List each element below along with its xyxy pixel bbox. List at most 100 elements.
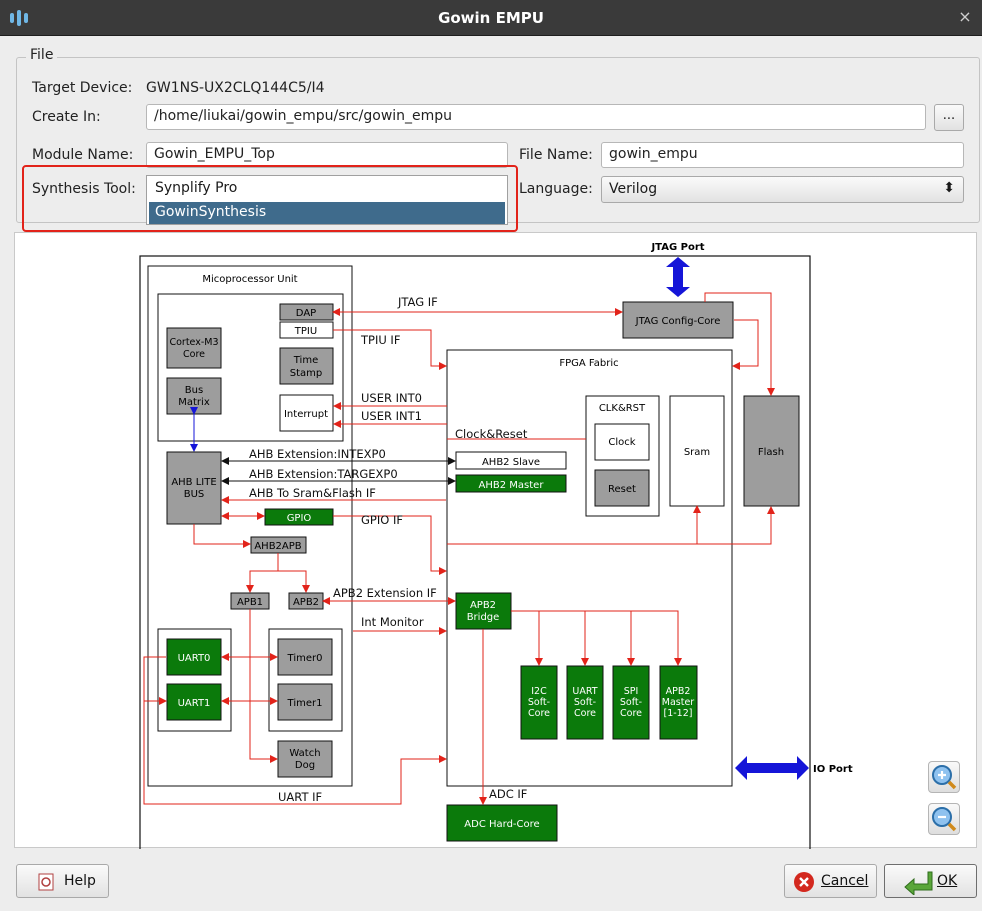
ahb-ext-int-label: AHB Extension:INTEXP0	[249, 447, 386, 461]
gpio-if-label: GPIO IF	[361, 513, 403, 527]
apb2-ext-label: APB2 Extension IF	[333, 586, 437, 600]
interrupt-label: Interrupt	[284, 409, 328, 420]
i2c-label-2: Soft-	[528, 697, 550, 708]
timestamp-label-2: Stamp	[290, 368, 323, 379]
ahb-ext-targ-label: AHB Extension:TARGEXP0	[249, 467, 398, 481]
bus-matrix-label-1: Bus	[185, 385, 203, 396]
apb2-bridge-label-1: APB2	[470, 600, 496, 611]
block-diagram-panel: Micoprocessor Unit DAP TPIU Cortex-M3 Co…	[14, 232, 977, 849]
uart-if-label: UART IF	[278, 790, 322, 804]
create-in-label: Create In:	[32, 109, 101, 125]
clock-reset-label: Clock&Reset	[455, 427, 528, 441]
uart-soft-label-1: UART	[572, 686, 597, 697]
cortex-label-1: Cortex-M3	[169, 337, 218, 348]
language-label: Language:	[519, 181, 593, 197]
select-arrows-icon: ⬍	[943, 180, 955, 196]
adc-label: ADC Hard-Core	[464, 819, 539, 830]
ahb-lite-label-1: AHB LITE	[171, 477, 216, 488]
ok-icon	[904, 871, 933, 895]
clkrst-label: CLK&RST	[599, 403, 646, 414]
window-title: Gowin EMPU	[438, 9, 544, 27]
help-icon	[38, 873, 54, 891]
fpga-fabric-label: FPGA Fabric	[559, 358, 618, 369]
mpu-title: Micoprocessor Unit	[202, 274, 297, 285]
ahb2-slave-label: AHB2 Slave	[482, 457, 540, 468]
bus-matrix-block	[166, 377, 222, 415]
timestamp-label-1: Time	[293, 355, 318, 366]
watchdog-label-1: Watch	[289, 748, 320, 759]
file-name-field[interactable]: gowin_empu	[601, 142, 964, 168]
timer0-label: Timer0	[287, 653, 323, 664]
language-value: Verilog	[609, 181, 658, 197]
ahb2apb-label: AHB2APB	[254, 541, 301, 552]
file-legend: File	[26, 47, 58, 63]
clock-label: Clock	[608, 437, 635, 448]
ahb-lite-block	[166, 451, 222, 525]
jtag-config-label: JTAG Config-Core	[635, 316, 721, 327]
dap-label: DAP	[296, 308, 316, 319]
jtag-port-label: JTAG Port	[650, 242, 704, 253]
file-name-label: File Name:	[519, 147, 593, 163]
apb2-master-label-2: Master	[662, 697, 695, 708]
jtag-if-label: JTAG IF	[397, 295, 438, 309]
ahb-lite-label-2: BUS	[184, 489, 205, 500]
uart-soft-label-2: Soft-	[574, 697, 596, 708]
watchdog-label-2: Dog	[295, 760, 315, 771]
timer1-label: Timer1	[287, 698, 323, 709]
language-select[interactable]: Verilog ⬍	[601, 176, 964, 203]
diagram-outer-frame	[139, 255, 811, 849]
io-port-arrow	[735, 756, 809, 780]
close-icon[interactable]: ×	[956, 8, 974, 26]
tpiu-label: TPIU	[294, 326, 317, 337]
cancel-button[interactable]: Cancel	[784, 864, 877, 898]
user-int1-label: USER INT1	[361, 409, 422, 423]
gpio-label: GPIO	[287, 513, 312, 524]
apb2-label: APB2	[293, 597, 319, 608]
help-label: Help	[64, 873, 96, 889]
target-device-label: Target Device:	[32, 80, 133, 96]
flash-label: Flash	[758, 447, 784, 458]
zoom-out-button[interactable]	[928, 803, 960, 835]
uart0-label: UART0	[178, 653, 211, 664]
ok-button[interactable]: OK	[884, 864, 977, 898]
browse-button[interactable]: ...	[934, 104, 964, 131]
module-name-label: Module Name:	[32, 147, 134, 163]
i2c-label-1: I2C	[531, 686, 547, 697]
jtag-port-arrow	[666, 257, 690, 297]
user-int0-label: USER INT0	[361, 391, 422, 405]
i2c-label-3: Core	[528, 708, 550, 719]
spi-label-2: Soft-	[620, 697, 642, 708]
apb2-master-label-3: [1-12]	[664, 708, 693, 719]
adc-if-label: ADC IF	[489, 787, 527, 801]
highlight-box	[22, 165, 518, 232]
cancel-icon	[794, 872, 814, 892]
ahb-sram-label: AHB To Sram&Flash IF	[249, 486, 376, 500]
ahb2-master-label: AHB2 Master	[479, 480, 545, 491]
uart-soft-label-3: Core	[574, 708, 596, 719]
reset-label: Reset	[608, 484, 636, 495]
apb2-bridge-block	[455, 592, 512, 630]
cortex-label-2: Core	[183, 349, 205, 360]
cortex-block	[166, 327, 222, 369]
uart1-label: UART1	[178, 698, 211, 709]
apb1-label: APB1	[237, 597, 263, 608]
spi-label-3: Core	[620, 708, 642, 719]
io-port-label: IO Port	[813, 764, 853, 775]
target-device-value: GW1NS-UX2CLQ144C5/I4	[146, 80, 325, 96]
tpiu-if-label: TPIU IF	[360, 333, 400, 347]
create-in-field[interactable]: /home/liukai/gowin_empu/src/gowin_empu	[146, 104, 926, 130]
empu-block-diagram: Micoprocessor Unit DAP TPIU Cortex-M3 Co…	[139, 242, 853, 849]
spi-label-1: SPI	[624, 686, 639, 697]
zoom-out-icon	[932, 807, 957, 832]
ok-label: OK	[937, 873, 958, 889]
watchdog-block	[277, 740, 333, 778]
int-monitor-label: Int Monitor	[361, 615, 424, 629]
title-bar: Gowin EMPU ×	[0, 0, 982, 36]
apb2-master-label-1: APB2	[666, 686, 691, 697]
zoom-in-button[interactable]	[928, 761, 960, 793]
sram-label: Sram	[684, 447, 710, 458]
help-button[interactable]: Help	[16, 864, 109, 898]
zoom-in-icon	[932, 765, 957, 790]
apb2-bridge-label-2: Bridge	[467, 612, 500, 623]
bus-matrix-label-2: Matrix	[178, 397, 210, 408]
